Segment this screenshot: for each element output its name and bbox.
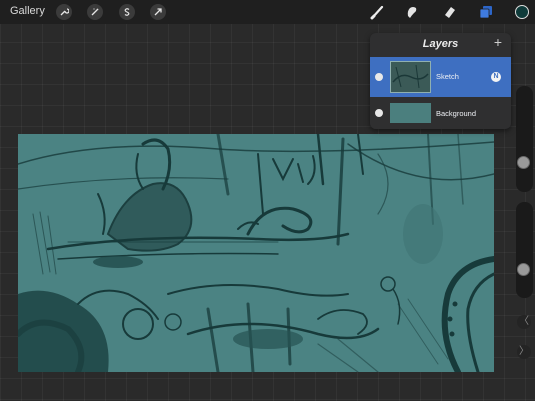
undo-button[interactable]: 〈 bbox=[517, 315, 531, 329]
top-toolbar: Gallery bbox=[0, 0, 535, 24]
gallery-button[interactable]: Gallery bbox=[10, 5, 45, 17]
brush-icon[interactable] bbox=[368, 3, 388, 21]
brush-size-slider[interactable] bbox=[516, 86, 533, 192]
smudge-icon[interactable] bbox=[402, 3, 422, 21]
layer-thumbnail bbox=[390, 103, 431, 123]
opacity-slider[interactable] bbox=[516, 202, 533, 298]
layer-name: Sketch bbox=[436, 72, 459, 81]
sketch-artwork bbox=[18, 134, 494, 372]
wrench-icon[interactable] bbox=[56, 4, 72, 20]
layers-icon[interactable] bbox=[476, 3, 496, 21]
layer-row-background[interactable]: Background bbox=[370, 97, 511, 129]
magic-wand-icon[interactable] bbox=[87, 4, 103, 20]
redo-button[interactable]: 〉 bbox=[517, 345, 531, 359]
layer-visibility-checkbox[interactable] bbox=[375, 109, 383, 117]
eraser-icon[interactable] bbox=[440, 3, 460, 21]
add-layer-button[interactable]: + bbox=[491, 35, 505, 49]
layer-thumbnail bbox=[390, 61, 431, 93]
drawing-canvas[interactable] bbox=[18, 134, 494, 372]
brush-size-knob[interactable] bbox=[517, 155, 530, 169]
layer-row-sketch[interactable]: Sketch N bbox=[370, 57, 511, 97]
blend-mode-button[interactable]: N bbox=[491, 72, 501, 82]
layers-panel: Layers + Sketch N Background bbox=[370, 33, 511, 129]
color-swatch[interactable] bbox=[515, 5, 529, 19]
selection-s-icon[interactable] bbox=[119, 4, 135, 20]
opacity-knob[interactable] bbox=[517, 262, 530, 276]
layer-visibility-checkbox[interactable] bbox=[375, 73, 383, 81]
layer-name: Background bbox=[436, 109, 477, 118]
transform-arrow-icon[interactable] bbox=[150, 4, 166, 20]
layers-panel-title: Layers bbox=[422, 38, 459, 50]
